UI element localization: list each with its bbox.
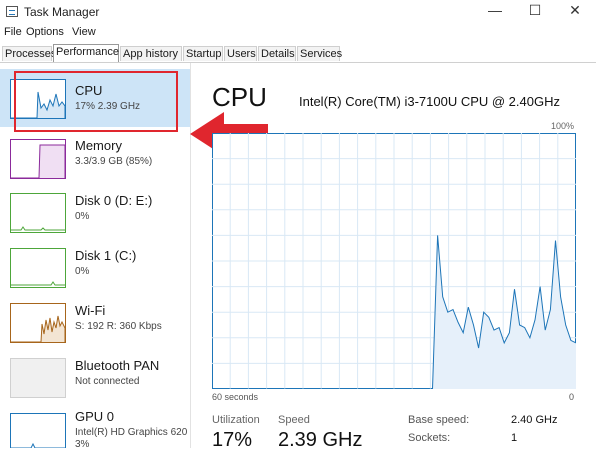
graph-time-label: 60 seconds bbox=[212, 392, 259, 402]
tab-performance[interactable]: Performance bbox=[53, 44, 119, 62]
sidebar-item-label: Wi-Fi bbox=[75, 303, 106, 318]
tab-bar: Processes Performance App history Startu… bbox=[0, 44, 596, 63]
window-title: Task Manager bbox=[24, 5, 100, 19]
graph-min-label: 0 bbox=[569, 392, 575, 402]
sidebar-item-wifi[interactable]: Wi-Fi S: 192 R: 360 Kbps bbox=[0, 295, 190, 353]
sidebar-item-detail: S: 192 R: 360 Kbps bbox=[75, 321, 162, 332]
close-button[interactable]: ✕ bbox=[564, 2, 586, 19]
sidebar-item-disk-1[interactable]: Disk 1 (C:) 0% bbox=[0, 240, 190, 298]
sidebar-item-detail-2: 3% bbox=[75, 439, 90, 448]
sidebar-item-label: Disk 1 (C:) bbox=[75, 248, 137, 263]
sidebar-item-detail: 3.3/3.9 GB (85%) bbox=[75, 156, 153, 167]
utilization-label: Utilization bbox=[212, 414, 260, 426]
sockets-value: 1 bbox=[511, 432, 518, 444]
sidebar-item-label: GPU 0 bbox=[75, 409, 115, 424]
menu-options[interactable]: Options bbox=[26, 26, 64, 38]
maximize-button[interactable]: ☐ bbox=[524, 2, 546, 19]
tab-app-history[interactable]: App history bbox=[120, 46, 182, 61]
bluetooth-thumbnail-graph bbox=[10, 358, 66, 398]
sockets-label: Sockets: bbox=[408, 432, 451, 444]
wifi-thumbnail-graph bbox=[10, 303, 66, 343]
gpu-thumbnail-graph bbox=[10, 413, 66, 448]
task-manager-icon bbox=[6, 6, 18, 17]
disk-0-thumbnail-graph bbox=[10, 193, 66, 233]
sidebar-item-detail: 0% bbox=[75, 266, 90, 277]
base-speed-label: Base speed: bbox=[408, 414, 470, 426]
sidebar-item-detail: 0% bbox=[75, 211, 90, 222]
sidebar-item-label: Disk 0 (D: E:) bbox=[75, 193, 153, 208]
page-title: CPU bbox=[212, 82, 267, 112]
sidebar-item-detail: Intel(R) HD Graphics 620 bbox=[75, 427, 188, 438]
cpu-utilization-graph bbox=[212, 133, 576, 389]
sidebar-item-disk-0[interactable]: Disk 0 (D: E:) 0% bbox=[0, 185, 190, 243]
tab-startup[interactable]: Startup bbox=[183, 46, 223, 61]
menu-file[interactable]: File bbox=[4, 26, 22, 38]
tab-services[interactable]: Services bbox=[297, 46, 342, 61]
speed-value: 2.39 GHz bbox=[278, 429, 363, 451]
title-bar: Task Manager — ☐ ✕ bbox=[0, 0, 596, 24]
sidebar-item-memory[interactable]: Memory 3.3/3.9 GB (85%) bbox=[0, 130, 190, 188]
cpu-model-name: Intel(R) Core(TM) i3-7100U CPU @ 2.40GHz bbox=[299, 94, 560, 109]
memory-thumbnail-graph bbox=[10, 139, 66, 179]
minimize-button[interactable]: — bbox=[484, 2, 506, 18]
sidebar-item-label: Memory bbox=[75, 138, 122, 153]
disk-1-thumbnail-graph bbox=[10, 248, 66, 288]
sidebar-item-label: Bluetooth PAN bbox=[75, 358, 160, 373]
sidebar-item-detail: Not connected bbox=[75, 376, 140, 387]
speed-label: Speed bbox=[278, 414, 310, 426]
tab-users[interactable]: Users bbox=[224, 46, 257, 61]
menu-view[interactable]: View bbox=[72, 26, 96, 38]
tab-processes[interactable]: Processes bbox=[2, 46, 56, 61]
base-speed-value: 2.40 GHz bbox=[511, 414, 558, 426]
sidebar-item-bluetooth-pan[interactable]: Bluetooth PAN Not connected bbox=[0, 350, 190, 408]
sidebar-item-gpu-0[interactable]: GPU 0 Intel(R) HD Graphics 620 3% bbox=[0, 405, 190, 448]
graph-max-label: 100% bbox=[551, 121, 575, 131]
tab-details[interactable]: Details bbox=[258, 46, 296, 61]
annotation-highlight-box bbox=[14, 71, 178, 132]
utilization-value: 17% bbox=[212, 429, 253, 451]
